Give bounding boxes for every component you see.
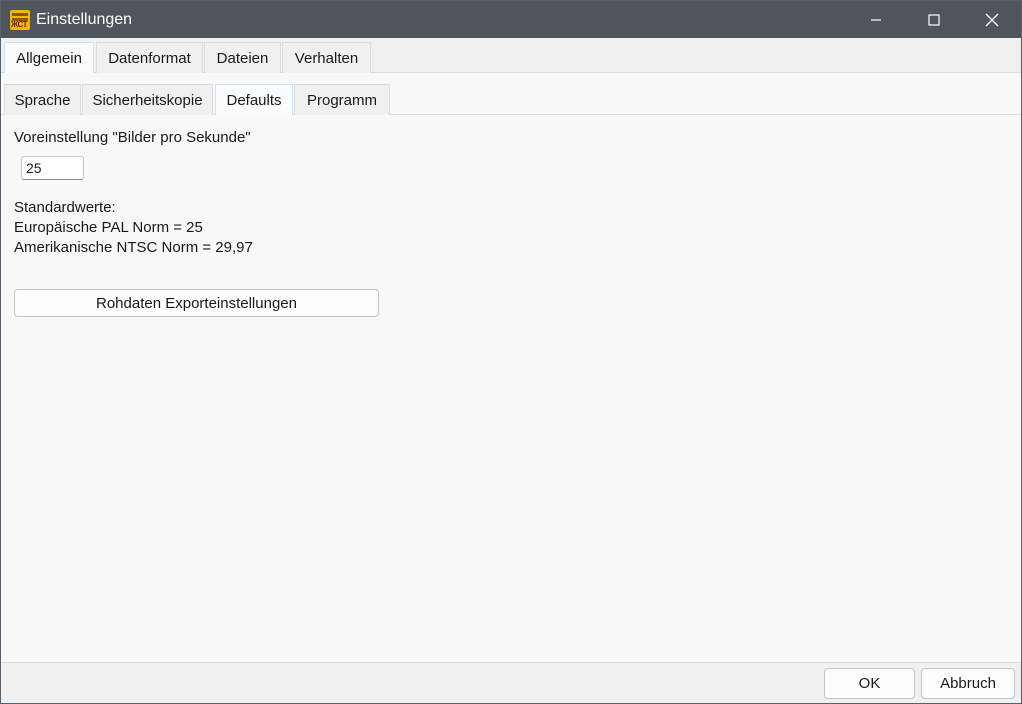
tab-verhalten[interactable]: Verhalten xyxy=(282,42,371,73)
cancel-button[interactable]: Abbruch xyxy=(921,668,1015,699)
minimize-button[interactable] xyxy=(847,1,905,38)
settings-window: ЖСТ Einstellungen Allgemein Datenformat … xyxy=(0,0,1022,704)
tab-datenformat[interactable]: Datenformat xyxy=(96,42,203,73)
main-tab-strip: Allgemein Datenformat Dateien Verhalten xyxy=(1,38,1021,73)
tab-programm[interactable]: Programm xyxy=(294,84,390,115)
window-title: Einstellungen xyxy=(36,10,133,28)
maximize-icon xyxy=(928,13,940,26)
minimize-icon xyxy=(871,18,881,21)
defaults-panel: Voreinstellung "Bilder pro Sekunde" Stan… xyxy=(1,116,1021,661)
tab-sicherheitskopie[interactable]: Sicherheitskopie xyxy=(82,84,213,115)
tab-allgemein[interactable]: Allgemein xyxy=(4,42,94,73)
standard-heading: Standardwerte: xyxy=(14,199,116,216)
fps-label: Voreinstellung "Bilder pro Sekunde" xyxy=(14,129,251,146)
tab-sprache[interactable]: Sprache xyxy=(4,84,81,115)
tab-defaults[interactable]: Defaults xyxy=(215,84,293,115)
title-bar[interactable]: ЖСТ Einstellungen xyxy=(1,1,1021,38)
sub-tab-strip: Sprache Sicherheitskopie Defaults Progra… xyxy=(1,81,1021,115)
tab-dateien[interactable]: Dateien xyxy=(204,42,281,73)
close-icon xyxy=(985,13,999,26)
app-logo-text: ЖСТ xyxy=(11,19,28,29)
ok-button[interactable]: OK xyxy=(824,668,915,699)
dialog-footer: OK Abbruch xyxy=(1,662,1021,703)
maximize-button[interactable] xyxy=(905,1,963,38)
app-logo-icon: ЖСТ xyxy=(10,9,30,30)
close-button[interactable] xyxy=(963,1,1021,38)
window-controls xyxy=(847,1,1021,38)
raw-export-settings-button[interactable]: Rohdaten Exporteinstellungen xyxy=(14,289,379,317)
ntsc-norm-text: Amerikanische NTSC Norm = 29,97 xyxy=(14,239,253,256)
fps-input[interactable] xyxy=(21,156,84,180)
pal-norm-text: Europäische PAL Norm = 25 xyxy=(14,219,203,236)
